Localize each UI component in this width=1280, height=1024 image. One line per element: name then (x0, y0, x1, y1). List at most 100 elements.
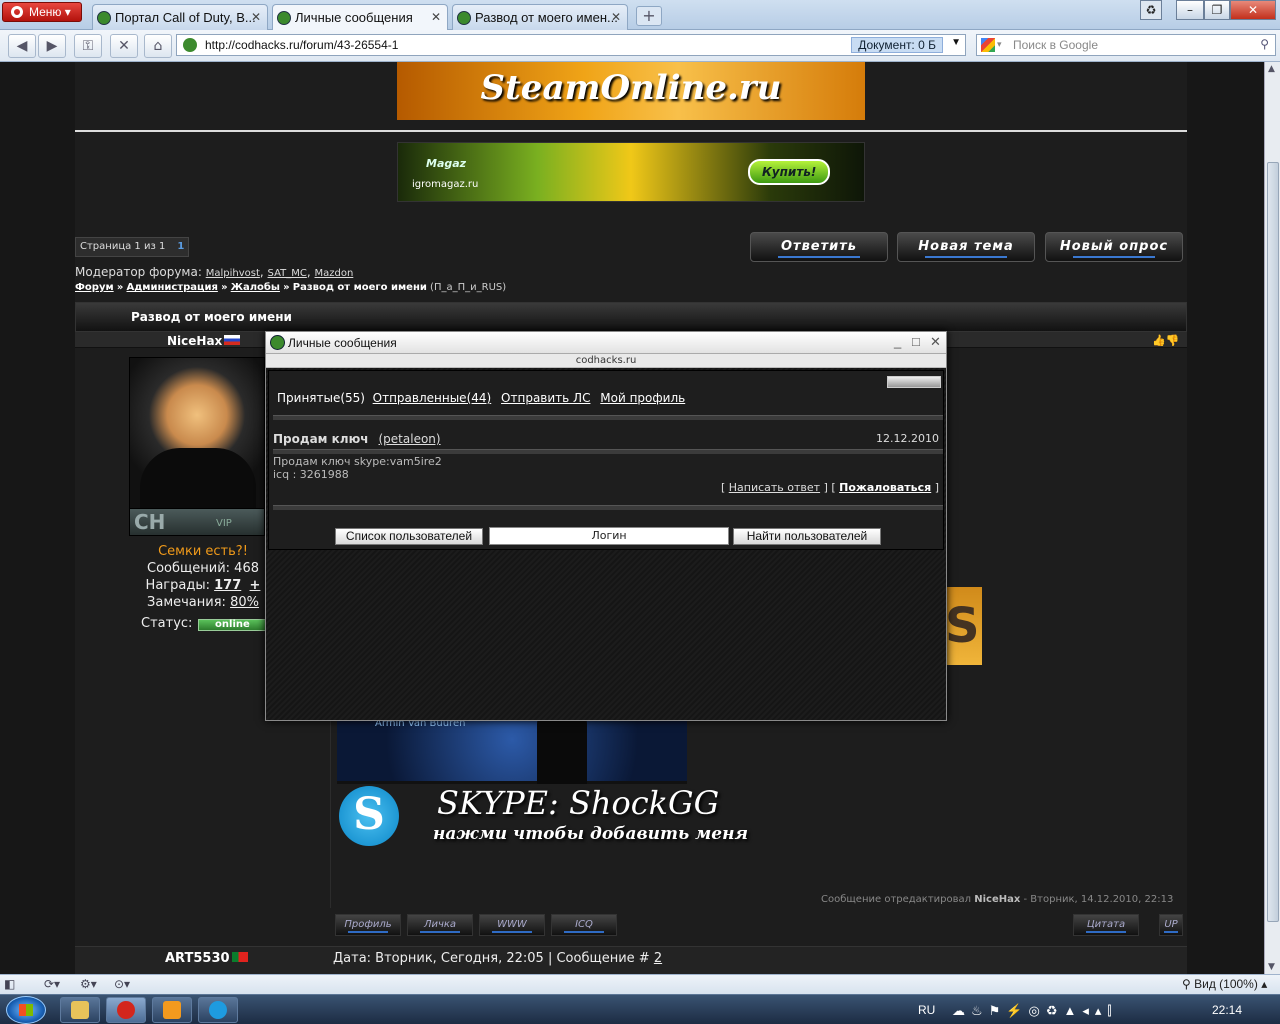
document-size-badge: Документ: 0 Б (851, 37, 943, 53)
divider (75, 130, 1187, 132)
portugal-flag-icon (231, 952, 248, 962)
new-tab-button[interactable]: + (636, 6, 662, 26)
search-icon[interactable]: ⚲ (1260, 37, 1269, 51)
panel-toggle-icon[interactable]: ◧ (4, 977, 15, 993)
moderator-link[interactable]: Mazdon (315, 268, 354, 279)
awards-link[interactable]: 177 (214, 578, 241, 593)
tray-icons[interactable]: ☁♨⚑⚡◎♻▲◂▴⫿ (952, 1003, 1118, 1019)
language-indicator[interactable]: RU (918, 1003, 935, 1017)
new-poll-button[interactable]: Новый опрос (1045, 232, 1183, 262)
start-button[interactable] (6, 996, 46, 1024)
divider (273, 449, 943, 454)
skype-icon[interactable]: S (339, 786, 399, 846)
warnings-link[interactable]: 80% (230, 595, 259, 610)
breadcrumb-admin[interactable]: Администрация (126, 282, 217, 293)
status-badge: online (198, 619, 267, 631)
profile-button[interactable]: Профиль (335, 914, 401, 936)
sent-tab[interactable]: Отправленные(44) (373, 391, 492, 405)
tab-topic[interactable]: Развод от моего имен... ✕ (452, 4, 628, 30)
chevron-down-icon[interactable]: ▼ (1268, 962, 1275, 972)
search-input[interactable]: ▾ Поиск в Google ⚲ (976, 34, 1276, 56)
post-author[interactable]: NiceHax (167, 334, 241, 348)
opera-icon (117, 1001, 135, 1019)
chevron-down-icon[interactable]: ▾ (997, 39, 1002, 50)
zoom-control[interactable]: ⚲ Вид (100%) ▴ (1182, 977, 1267, 993)
maximize-icon[interactable]: □ (912, 334, 920, 349)
popup-title-bar[interactable]: Личные сообщения _ □ ✕ (266, 332, 946, 354)
edited-note: Сообщение отредактировал NiceHax - Вторн… (821, 894, 1174, 905)
message-actions: [ Написать ответ ] [ Пожаловаться ] (720, 481, 939, 494)
buy-button[interactable]: Купить! (748, 159, 831, 185)
user-status: Статус: online (141, 616, 267, 631)
close-icon[interactable]: ✕ (930, 334, 941, 350)
add-award-link[interactable]: + (250, 578, 261, 593)
private-messages-popup: Личные сообщения _ □ ✕ codhacks.ru Приня… (265, 331, 947, 721)
breadcrumb-author: (П_а_П_и_RUS) (430, 282, 507, 293)
scrollbar-thumb[interactable] (1267, 162, 1279, 922)
minimize-button[interactable]: – (1176, 0, 1204, 20)
pm-button[interactable]: Личка (407, 914, 473, 936)
message-subject[interactable]: Продам ключ (petaleon) (273, 432, 441, 446)
post-number-link[interactable]: 2 (654, 951, 662, 966)
icq-button[interactable]: ICQ (551, 914, 617, 936)
maximize-button[interactable]: ❐ (1204, 0, 1230, 20)
moderator-link[interactable]: SAT_MC (268, 268, 307, 279)
forward-button[interactable]: ▶ (38, 34, 66, 58)
breadcrumb-complaints[interactable]: Жалобы (231, 282, 280, 293)
sync-icon[interactable]: ⟳▾ (44, 977, 60, 993)
message-sender-link[interactable]: (petaleon) (379, 432, 441, 446)
page-link[interactable]: 1 (177, 241, 184, 252)
tab-private-messages[interactable]: Личные сообщения ✕ (272, 4, 448, 30)
back-button[interactable]: ◀ (8, 34, 36, 58)
browser-tab-bar: Меню ▾ Портал Call of Duty, B... ✕ Личные… (0, 0, 1280, 30)
post-author[interactable]: ART5530 (165, 951, 248, 966)
login-input[interactable]: Логин (489, 527, 729, 545)
tab-cod-portal[interactable]: Портал Call of Duty, B... ✕ (92, 4, 268, 30)
moderator-link[interactable]: Malpihvost (206, 268, 260, 279)
steamonline-banner[interactable]: SteamOnline.ru (397, 62, 865, 120)
find-users-button[interactable]: Найти пользователей (733, 528, 881, 545)
reply-button[interactable]: Ответить (750, 232, 888, 262)
divider (273, 505, 943, 510)
opera-menu-button[interactable]: Меню ▾ (2, 2, 82, 22)
complain-link[interactable]: Пожаловаться (839, 481, 931, 494)
close-window-button[interactable]: ✕ (1230, 0, 1276, 20)
clock[interactable]: 22:14 (1212, 1003, 1242, 1017)
reply-link[interactable]: Написать ответ (729, 481, 820, 494)
explorer-taskbar-button[interactable] (60, 997, 100, 1023)
signature-banner-fragment: S (945, 587, 982, 665)
inbox-tab[interactable]: Принятые(55) (277, 391, 365, 405)
quote-button[interactable]: Цитата (1073, 914, 1139, 936)
moderators: Модератор форума: Malpihvost, SAT_MC, Ma… (75, 265, 354, 279)
address-field[interactable]: http://codhacks.ru/forum/43-26554-1 Докум… (176, 34, 966, 56)
folder-icon (71, 1001, 89, 1019)
user-list-button[interactable]: Список пользователей (335, 528, 483, 545)
new-topic-button[interactable]: Новая тема (897, 232, 1035, 262)
trash-icon[interactable]: ♻ (1140, 0, 1162, 20)
close-tab-icon[interactable]: ✕ (251, 10, 261, 24)
igromagaz-banner[interactable]: Magaz igromagaz.ru Купить! (397, 142, 865, 202)
breadcrumb-forum[interactable]: Форум (75, 282, 114, 293)
chevron-up-icon[interactable]: ▲ (1268, 64, 1275, 74)
chevron-down-icon[interactable]: ▼ (951, 37, 961, 48)
panel-slider[interactable] (887, 376, 941, 388)
home-button[interactable]: ⌂ (144, 34, 172, 58)
www-button[interactable]: WWW (479, 914, 545, 936)
opera-taskbar-button[interactable] (106, 997, 146, 1023)
minimize-icon[interactable]: _ (894, 334, 901, 349)
wand-key-icon[interactable]: ⚿ (74, 34, 102, 58)
close-tab-icon[interactable]: ✕ (431, 10, 441, 24)
stop-button[interactable]: ✕ (110, 34, 138, 58)
skype-name[interactable]: SKYPE: ShockGG (437, 784, 719, 822)
rating-icons[interactable]: 👍👎 (1152, 334, 1179, 347)
unite-icon[interactable]: ⊙▾ (114, 977, 130, 993)
my-profile-link[interactable]: Мой профиль (600, 391, 685, 405)
turbo-icon[interactable]: ⚙▾ (80, 977, 97, 993)
media-player-taskbar-button[interactable] (152, 997, 192, 1023)
skype-taskbar-button[interactable] (198, 997, 238, 1023)
send-pm-link[interactable]: Отправить ЛС (501, 391, 590, 405)
page-scrollbar[interactable]: ▲ ▼ (1264, 62, 1280, 974)
skype-hint[interactable]: нажми чтобы добавить меня (433, 824, 748, 844)
close-tab-icon[interactable]: ✕ (611, 10, 621, 24)
up-button[interactable]: UP (1159, 914, 1183, 936)
